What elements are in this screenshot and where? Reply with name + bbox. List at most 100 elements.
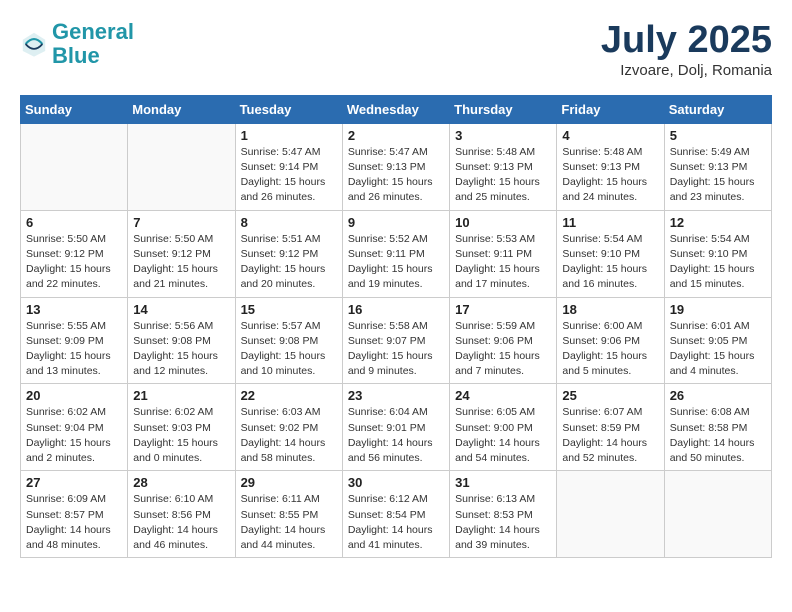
cell-content: Sunrise: 5:55 AM Sunset: 9:09 PM Dayligh…	[26, 319, 122, 380]
calendar-cell	[128, 123, 235, 210]
day-number: 9	[348, 215, 444, 230]
page-header: GeneralBlue July 2025 Izvoare, Dolj, Rom…	[20, 20, 772, 79]
cell-content: Sunrise: 5:48 AM Sunset: 9:13 PM Dayligh…	[455, 145, 551, 206]
day-number: 26	[670, 388, 766, 403]
calendar-cell: 2Sunrise: 5:47 AM Sunset: 9:13 PM Daylig…	[342, 123, 449, 210]
day-number: 29	[241, 475, 337, 490]
header-row: SundayMondayTuesdayWednesdayThursdayFrid…	[21, 95, 772, 123]
calendar-cell: 16Sunrise: 5:58 AM Sunset: 9:07 PM Dayli…	[342, 297, 449, 384]
calendar-week-4: 20Sunrise: 6:02 AM Sunset: 9:04 PM Dayli…	[21, 384, 772, 471]
column-header-wednesday: Wednesday	[342, 95, 449, 123]
day-number: 28	[133, 475, 229, 490]
day-number: 27	[26, 475, 122, 490]
day-number: 21	[133, 388, 229, 403]
calendar-cell: 21 Sunrise: 6:02 AM Sunset: 9:03 PM Dayli…	[128, 384, 235, 471]
column-header-sunday: Sunday	[21, 95, 128, 123]
calendar-cell: 11 Sunrise: 5:54 AM Sunset: 9:10 PM Dayli…	[557, 210, 664, 297]
calendar-cell: 10Sunrise: 5:53 AM Sunset: 9:11 PM Dayli…	[450, 210, 557, 297]
calendar-cell	[21, 123, 128, 210]
day-number: 17	[455, 302, 551, 317]
day-number: 31	[455, 475, 551, 490]
day-number: 6	[26, 215, 122, 230]
calendar-cell: 23 Sunrise: 6:04 AM Sunset: 9:01 PM Dayli…	[342, 384, 449, 471]
column-header-saturday: Saturday	[664, 95, 771, 123]
cell-content: Sunrise: 5:54 AM Sunset: 9:10 PM Dayligh…	[562, 232, 658, 293]
cell-content: Sunrise: 6:01 AM Sunset: 9:05 PM Dayligh…	[670, 319, 766, 380]
calendar-cell: 27 Sunrise: 6:09 AM Sunset: 8:57 PM Dayli…	[21, 471, 128, 558]
cell-content: Sunrise: 5:51 AM Sunset: 9:12 PM Dayligh…	[241, 232, 337, 293]
logo-icon	[20, 30, 48, 58]
cell-content: Sunrise: 6:02 AM Sunset: 9:04 PM Dayligh…	[26, 405, 122, 466]
calendar-body: 1 Sunrise: 5:47 AM Sunset: 9:14 PM Daylig…	[21, 123, 772, 557]
day-number: 5	[670, 128, 766, 143]
calendar-cell: 8 Sunrise: 5:51 AM Sunset: 9:12 PM Daylig…	[235, 210, 342, 297]
cell-content: Sunrise: 5:59 AM Sunset: 9:06 PM Dayligh…	[455, 319, 551, 380]
calendar-cell: 18Sunrise: 6:00 AM Sunset: 9:06 PM Dayli…	[557, 297, 664, 384]
day-number: 18	[562, 302, 658, 317]
calendar-cell: 24 Sunrise: 6:05 AM Sunset: 9:00 PM Dayli…	[450, 384, 557, 471]
cell-content: Sunrise: 5:50 AM Sunset: 9:12 PM Dayligh…	[26, 232, 122, 293]
calendar-cell	[664, 471, 771, 558]
calendar-cell: 14 Sunrise: 5:56 AM Sunset: 9:08 PM Dayli…	[128, 297, 235, 384]
calendar-cell: 25Sunrise: 6:07 AM Sunset: 8:59 PM Dayli…	[557, 384, 664, 471]
cell-content: Sunrise: 5:54 AM Sunset: 9:10 PM Dayligh…	[670, 232, 766, 293]
calendar-cell: 9 Sunrise: 5:52 AM Sunset: 9:11 PM Daylig…	[342, 210, 449, 297]
day-number: 14	[133, 302, 229, 317]
calendar-cell: 6 Sunrise: 5:50 AM Sunset: 9:12 PM Daylig…	[21, 210, 128, 297]
calendar-cell: 22 Sunrise: 6:03 AM Sunset: 9:02 PM Dayli…	[235, 384, 342, 471]
cell-content: Sunrise: 6:02 AM Sunset: 9:03 PM Dayligh…	[133, 405, 229, 466]
day-number: 30	[348, 475, 444, 490]
calendar-cell: 7Sunrise: 5:50 AM Sunset: 9:12 PM Daylig…	[128, 210, 235, 297]
day-number: 3	[455, 128, 551, 143]
cell-content: Sunrise: 5:53 AM Sunset: 9:11 PM Dayligh…	[455, 232, 551, 293]
calendar-cell: 30Sunrise: 6:12 AM Sunset: 8:54 PM Dayli…	[342, 471, 449, 558]
day-number: 8	[241, 215, 337, 230]
day-number: 4	[562, 128, 658, 143]
calendar-cell: 20Sunrise: 6:02 AM Sunset: 9:04 PM Dayli…	[21, 384, 128, 471]
calendar-cell: 15 Sunrise: 5:57 AM Sunset: 9:08 PM Dayli…	[235, 297, 342, 384]
column-header-tuesday: Tuesday	[235, 95, 342, 123]
cell-content: Sunrise: 5:57 AM Sunset: 9:08 PM Dayligh…	[241, 319, 337, 380]
location-subtitle: Izvoare, Dolj, Romania	[601, 62, 772, 79]
day-number: 22	[241, 388, 337, 403]
day-number: 13	[26, 302, 122, 317]
column-header-monday: Monday	[128, 95, 235, 123]
cell-content: Sunrise: 6:10 AM Sunset: 8:56 PM Dayligh…	[133, 492, 229, 553]
calendar-week-5: 27 Sunrise: 6:09 AM Sunset: 8:57 PM Dayli…	[21, 471, 772, 558]
calendar-header: SundayMondayTuesdayWednesdayThursdayFrid…	[21, 95, 772, 123]
cell-content: Sunrise: 6:13 AM Sunset: 8:53 PM Dayligh…	[455, 492, 551, 553]
logo-text: GeneralBlue	[52, 20, 134, 68]
cell-content: Sunrise: 5:52 AM Sunset: 9:11 PM Dayligh…	[348, 232, 444, 293]
calendar-cell	[557, 471, 664, 558]
day-number: 23	[348, 388, 444, 403]
calendar-table: SundayMondayTuesdayWednesdayThursdayFrid…	[20, 95, 772, 558]
cell-content: Sunrise: 6:05 AM Sunset: 9:00 PM Dayligh…	[455, 405, 551, 466]
day-number: 15	[241, 302, 337, 317]
day-number: 2	[348, 128, 444, 143]
day-number: 24	[455, 388, 551, 403]
calendar-cell: 26 Sunrise: 6:08 AM Sunset: 8:58 PM Dayli…	[664, 384, 771, 471]
calendar-week-1: 1 Sunrise: 5:47 AM Sunset: 9:14 PM Daylig…	[21, 123, 772, 210]
cell-content: Sunrise: 6:04 AM Sunset: 9:01 PM Dayligh…	[348, 405, 444, 466]
calendar-cell: 3 Sunrise: 5:48 AM Sunset: 9:13 PM Daylig…	[450, 123, 557, 210]
calendar-cell: 28 Sunrise: 6:10 AM Sunset: 8:56 PM Dayli…	[128, 471, 235, 558]
cell-content: Sunrise: 5:48 AM Sunset: 9:13 PM Dayligh…	[562, 145, 658, 206]
cell-content: Sunrise: 6:03 AM Sunset: 9:02 PM Dayligh…	[241, 405, 337, 466]
day-number: 1	[241, 128, 337, 143]
cell-content: Sunrise: 5:47 AM Sunset: 9:14 PM Dayligh…	[241, 145, 337, 206]
cell-content: Sunrise: 5:56 AM Sunset: 9:08 PM Dayligh…	[133, 319, 229, 380]
calendar-cell: 12Sunrise: 5:54 AM Sunset: 9:10 PM Dayli…	[664, 210, 771, 297]
calendar-cell: 1 Sunrise: 5:47 AM Sunset: 9:14 PM Daylig…	[235, 123, 342, 210]
cell-content: Sunrise: 6:11 AM Sunset: 8:55 PM Dayligh…	[241, 492, 337, 553]
cell-content: Sunrise: 5:50 AM Sunset: 9:12 PM Dayligh…	[133, 232, 229, 293]
calendar-cell: 19Sunrise: 6:01 AM Sunset: 9:05 PM Dayli…	[664, 297, 771, 384]
cell-content: Sunrise: 5:58 AM Sunset: 9:07 PM Dayligh…	[348, 319, 444, 380]
calendar-week-3: 13 Sunrise: 5:55 AM Sunset: 9:09 PM Dayli…	[21, 297, 772, 384]
calendar-cell: 31 Sunrise: 6:13 AM Sunset: 8:53 PM Dayli…	[450, 471, 557, 558]
cell-content: Sunrise: 6:08 AM Sunset: 8:58 PM Dayligh…	[670, 405, 766, 466]
calendar-cell: 29 Sunrise: 6:11 AM Sunset: 8:55 PM Dayli…	[235, 471, 342, 558]
cell-content: Sunrise: 6:09 AM Sunset: 8:57 PM Dayligh…	[26, 492, 122, 553]
cell-content: Sunrise: 6:07 AM Sunset: 8:59 PM Dayligh…	[562, 405, 658, 466]
logo: GeneralBlue	[20, 20, 134, 68]
day-number: 11	[562, 215, 658, 230]
